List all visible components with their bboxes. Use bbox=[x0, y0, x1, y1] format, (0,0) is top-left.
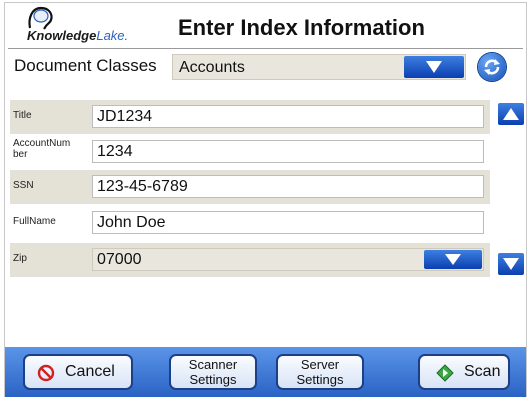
field-label: Zip bbox=[13, 253, 27, 264]
accountnumber-input[interactable]: 1234 bbox=[92, 140, 484, 163]
footer-toolbar: Cancel Scanner Settings Server Settings … bbox=[5, 347, 526, 397]
field-row-zip: Zip 07000 bbox=[10, 243, 490, 277]
refresh-icon[interactable] bbox=[478, 53, 506, 81]
header-divider bbox=[8, 48, 523, 49]
document-classes-value: Accounts bbox=[179, 59, 245, 76]
diamond-arrow-icon bbox=[436, 364, 454, 382]
zip-dropdown[interactable]: 07000 bbox=[92, 248, 484, 271]
scroll-down-button[interactable] bbox=[498, 253, 524, 275]
ssn-input[interactable]: 123-45-6789 bbox=[92, 175, 484, 198]
scroll-up-button[interactable] bbox=[498, 103, 524, 125]
field-label: FullName bbox=[13, 216, 56, 227]
scanner-settings-line1: Scanner bbox=[188, 357, 238, 372]
field-label: AccountNumber bbox=[13, 138, 71, 160]
document-classes-dropdown[interactable]: Accounts bbox=[172, 54, 466, 80]
fullname-input[interactable]: John Doe bbox=[92, 211, 484, 234]
field-label: Title bbox=[13, 110, 32, 121]
scanner-settings-button[interactable]: Scanner Settings bbox=[169, 354, 257, 390]
logo-text-main: Knowledge bbox=[27, 28, 97, 43]
cancel-label: Cancel bbox=[65, 363, 115, 380]
knowledgelake-logo: KnowledgeLake. bbox=[22, 4, 162, 48]
prohibited-icon bbox=[37, 364, 55, 382]
scanner-settings-line2: Settings bbox=[189, 372, 237, 387]
field-row-ssn: SSN 123-45-6789 bbox=[10, 170, 490, 204]
scan-label: Scan bbox=[464, 363, 501, 380]
field-row-accountnumber: AccountNumber 1234 bbox=[10, 135, 490, 169]
chevron-down-icon[interactable] bbox=[424, 250, 482, 269]
logo-text-accent: Lake bbox=[96, 28, 125, 43]
server-settings-button[interactable]: Server Settings bbox=[276, 354, 364, 390]
field-row-fullname: FullName John Doe bbox=[10, 206, 490, 240]
lake-head-icon bbox=[28, 6, 53, 30]
cancel-button[interactable]: Cancel bbox=[23, 354, 133, 390]
document-classes-label: Document Classes bbox=[14, 56, 157, 75]
field-label: SSN bbox=[13, 180, 34, 191]
logo-text-suffix: . bbox=[124, 28, 129, 43]
title-input[interactable]: JD1234 bbox=[92, 105, 484, 128]
field-row-title: Title JD1234 bbox=[10, 100, 490, 134]
page-title: Enter Index Information bbox=[178, 15, 425, 40]
chevron-down-icon[interactable] bbox=[404, 56, 464, 78]
zip-value: 07000 bbox=[97, 251, 142, 268]
scan-button[interactable]: Scan bbox=[418, 354, 510, 390]
server-settings-line1: Server bbox=[300, 357, 340, 372]
server-settings-line2: Settings bbox=[296, 372, 344, 387]
